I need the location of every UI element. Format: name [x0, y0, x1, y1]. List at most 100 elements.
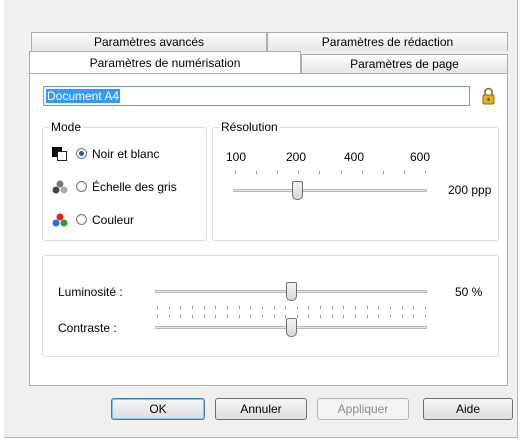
profile-name-input[interactable]: Document A4 [43, 86, 470, 106]
slider-tick [157, 315, 158, 318]
tab-label: Paramètres de page [350, 57, 459, 71]
slider-tick [401, 306, 403, 309]
slider-tick [203, 315, 205, 318]
apply-button-label: Appliquer [337, 402, 389, 416]
slider-tick [343, 315, 345, 318]
slider-tick [256, 171, 258, 174]
slider-tick [413, 315, 415, 318]
slider-tick [355, 315, 357, 318]
slider-tick [308, 315, 310, 318]
slider-tick [250, 306, 252, 309]
slider-tick [238, 315, 240, 318]
slider-tick [425, 306, 426, 309]
color-icon [52, 213, 68, 230]
resolution-label-600: 600 [410, 150, 431, 164]
resolution-label-400: 400 [344, 150, 365, 164]
slider-tick [361, 171, 363, 174]
resolution-slider-thumb[interactable] [291, 181, 303, 200]
tab-page-settings[interactable]: Paramètres de page [301, 54, 508, 73]
scan-settings-panel: Document A4 Mode Noir et blanc Échelle d… [29, 73, 508, 386]
mode-grayscale-label: Échelle des gris [92, 180, 177, 194]
slider-tick [366, 315, 368, 318]
slider-tick [425, 315, 426, 318]
slider-tick [168, 306, 170, 309]
cancel-button-label: Annuler [240, 402, 282, 416]
slider-tick [226, 315, 228, 318]
tab-label: Paramètres de numérisation [89, 56, 241, 70]
slider-tick [215, 306, 217, 309]
brightness-value: 50 % [455, 285, 483, 299]
slider-tick [320, 315, 322, 318]
slider-tick [273, 315, 275, 318]
tab-redaction-settings[interactable]: Paramètres de rédaction [267, 32, 508, 51]
slider-tick [296, 306, 298, 309]
slider-tick [343, 306, 345, 309]
brightness-slider-thumb[interactable] [285, 282, 297, 301]
slider-tick [366, 306, 368, 309]
slider-tick [390, 315, 392, 318]
mode-grayscale-radio[interactable] [76, 181, 87, 192]
resolution-label-200: 200 [286, 150, 307, 164]
ok-button-label: OK [149, 402, 167, 416]
grayscale-icon [52, 180, 68, 197]
slider-tick [390, 306, 392, 309]
slider-tick [319, 171, 321, 174]
mode-color-radio[interactable] [76, 214, 87, 225]
slider-tick [296, 315, 298, 318]
slider-tick [238, 306, 240, 309]
slider-tick [277, 171, 279, 174]
slider-tick [203, 306, 205, 309]
slider-tick [340, 171, 342, 174]
slider-tick [285, 306, 287, 309]
slider-tick [403, 171, 405, 174]
black-white-icon [52, 147, 68, 164]
slider-tick [308, 306, 310, 309]
slider-tick [235, 171, 236, 174]
mode-group: Mode Noir et blanc Échelle des gris Coul… [42, 120, 207, 241]
help-button[interactable]: Aide [423, 398, 513, 420]
apply-button[interactable]: Appliquer [317, 398, 409, 420]
mode-group-title: Mode [49, 120, 84, 134]
dialog-window: Paramètres avancés Paramètres de rédacti… [4, 0, 518, 438]
contrast-slider-thumb[interactable] [285, 318, 297, 337]
resolution-value: 200 ppp [448, 183, 492, 197]
slider-tick [355, 306, 357, 309]
tab-advanced-settings[interactable]: Paramètres avancés [31, 32, 267, 51]
contrast-label: Contraste : [58, 321, 117, 335]
tab-scan-settings[interactable]: Paramètres de numérisation [29, 51, 301, 73]
brightness-contrast-group: Luminosité : 50 % Contraste : [42, 255, 499, 357]
slider-tick [191, 306, 193, 309]
slider-tick [298, 171, 300, 174]
slider-tick [378, 315, 380, 318]
slider-tick [157, 306, 158, 309]
slider-tick [250, 315, 252, 318]
slider-tick [226, 306, 228, 309]
tab-label: Paramètres de rédaction [321, 35, 454, 49]
slider-tick [168, 315, 170, 318]
brightness-label: Luminosité : [58, 285, 123, 299]
slider-tick [180, 306, 182, 309]
mode-color-label: Couleur [92, 213, 135, 227]
lock-icon[interactable] [482, 87, 495, 108]
slider-tick [382, 171, 384, 174]
slider-tick [401, 315, 403, 318]
mode-bw-radio[interactable] [76, 148, 87, 159]
ok-button[interactable]: OK [111, 398, 205, 420]
slider-tick [331, 315, 333, 318]
resolution-slider-track[interactable] [233, 189, 427, 192]
slider-tick [191, 315, 193, 318]
cancel-button[interactable]: Annuler [215, 398, 307, 420]
slider-tick [425, 171, 426, 174]
slider-tick [413, 306, 415, 309]
slider-tick [331, 306, 333, 309]
slider-tick [378, 306, 380, 309]
slider-tick [273, 306, 275, 309]
resolution-group: Résolution 100 200 400 600 200 ppp [212, 120, 499, 241]
tab-label: Paramètres avancés [93, 35, 205, 49]
help-button-label: Aide [455, 402, 481, 416]
slider-tick [261, 315, 263, 318]
slider-tick [320, 306, 322, 309]
resolution-label-100: 100 [226, 150, 247, 164]
profile-name-text: Document A4 [46, 89, 121, 103]
slider-tick [180, 315, 182, 318]
